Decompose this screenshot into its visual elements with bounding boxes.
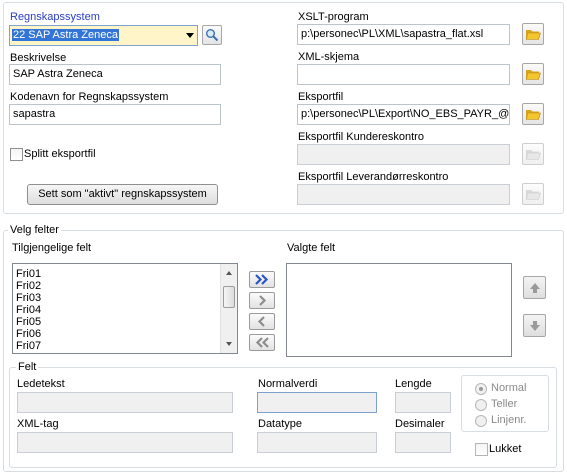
normalverdi-label: Normalverdi [258,378,318,390]
datatype-field [257,432,377,453]
chevron-down-icon[interactable] [186,33,194,38]
list-item[interactable]: Fri06 [16,328,41,340]
move-down-button[interactable] [523,314,546,337]
leverandorreskontro-browse-button [522,183,544,205]
list-item[interactable]: Fri04 [16,304,41,316]
desimaler-field [395,432,451,453]
normalverdi-field [257,392,377,413]
kodenavn-label: Kodenavn for Regnskapssystem [10,91,169,103]
desimaler-label: Desimaler [395,418,445,430]
move-left-button[interactable] [249,313,275,330]
radio-normal-label: Normal [491,382,527,394]
chevron-right-icon [259,295,267,306]
regnskapssystem-label: Regnskapssystem [10,11,100,23]
xslt-field[interactable]: p:\personec\PL\XML\sapastra_flat.xsl [297,24,510,45]
radio-teller[interactable] [475,399,487,411]
kundereskontro-field [297,144,510,165]
radio-linjenr-label: Linjenr. [491,414,527,426]
move-all-right-button[interactable] [249,271,275,288]
kundereskontro-label: Eksportfil Kundereskontro [298,131,424,143]
double-chevron-right-icon [255,274,269,285]
scroll-down-icon[interactable] [221,337,237,351]
xmlskjema-browse-button[interactable] [522,63,544,85]
beskrivelse-label: Beskrivelse [10,52,67,64]
xmlskjema-label: XML-skjema [298,51,360,63]
felt-title: Felt [16,361,39,373]
available-fields-list[interactable]: Fri01 Fri02 Fri03 Fri04 Fri05 Fri06 Fri0… [12,263,238,354]
eksportfil-field[interactable]: p:\personec\PL\Export\NO_EBS_PAYR_@ [297,104,510,125]
available-fields-label: Tilgjengelige felt [12,242,92,254]
list-item[interactable]: Fri03 [16,292,41,304]
chevron-left-icon [257,316,265,327]
list-item[interactable]: Fri01 [16,268,41,280]
list-item[interactable]: Fri02 [16,280,41,292]
splitt-eksportfil-label: Splitt eksportfil [24,148,96,160]
scroll-up-icon[interactable] [221,266,237,280]
scrollbar-thumb[interactable] [223,286,235,308]
kodenavn-field[interactable]: sapastra [9,104,221,125]
splitt-eksportfil-checkbox[interactable] [10,148,23,161]
xmltag-label: XML-tag [17,418,59,430]
move-all-left-button[interactable] [249,334,275,351]
kundereskontro-browse-button [522,143,544,165]
regnskapssystem-combobox[interactable]: 22 SAP Astra Zeneca [9,25,198,46]
arrow-up-icon [529,282,540,293]
datatype-label: Datatype [258,418,303,430]
move-up-button[interactable] [523,276,546,299]
lengde-label: Lengde [395,378,432,390]
search-icon [206,29,219,42]
velg-felter-title: Velg felter [8,224,61,236]
arrow-down-icon [529,320,540,331]
folder-open-icon [526,190,541,200]
regnskapssystem-selected-value: 22 SAP Astra Zeneca [12,29,119,41]
xmltag-field [17,432,233,453]
list-item[interactable]: Fri07 [16,340,41,352]
set-active-button[interactable]: Sett som "aktivt" regnskapssystem [27,184,218,205]
lengde-field [395,392,451,413]
radio-normal[interactable] [475,383,487,395]
xslt-browse-button[interactable] [522,23,544,45]
lukket-label: Lukket [489,443,522,455]
folder-open-icon [526,30,541,40]
selected-fields-list[interactable] [286,263,512,357]
radio-teller-label: Teller [491,398,518,410]
folder-open-icon [526,150,541,160]
list-item[interactable]: Fri05 [16,316,41,328]
lukket-checkbox [475,443,488,456]
available-list-scrollbar[interactable] [220,264,237,353]
folder-open-icon [526,70,541,80]
radio-linjenr[interactable] [475,415,487,427]
leverandorreskontro-field [297,184,510,205]
eksportfil-label: Eksportfil [298,91,344,103]
eksportfil-browse-button[interactable] [522,103,544,125]
search-button[interactable] [202,25,222,45]
ledetekst-field [17,392,233,413]
move-right-button[interactable] [249,292,275,309]
leverandorreskontro-label: Eksportfil Leverandørreskontro [298,171,449,183]
beskrivelse-field[interactable]: SAP Astra Zeneca [9,64,221,85]
xmlskjema-field[interactable] [297,64,510,85]
double-chevron-left-icon [255,337,269,348]
xslt-label: XSLT-program [298,11,369,23]
ledetekst-label: Ledetekst [17,378,65,390]
folder-open-icon [526,110,541,120]
selected-fields-label: Valgte felt [287,242,336,254]
